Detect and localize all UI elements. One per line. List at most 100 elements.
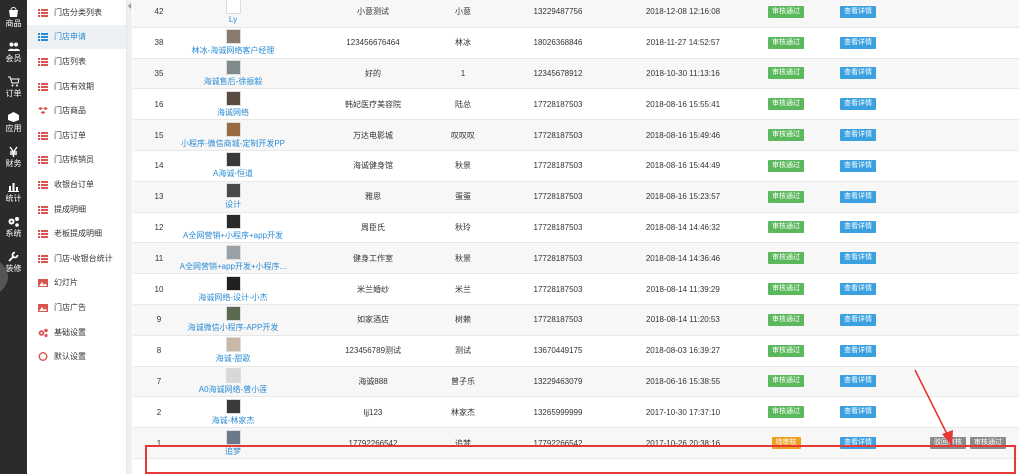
- bag-icon: [9, 7, 18, 17]
- contact-name: 林冰: [455, 38, 471, 48]
- store-name-link[interactable]: 海诚微信小程序-APP开发: [188, 322, 279, 333]
- status-badge: 审核通过: [768, 36, 804, 49]
- view-detail-button[interactable]: 查看详情: [840, 129, 876, 142]
- nav-item-3[interactable]: 应用: [0, 105, 27, 140]
- store-thumbnail: [225, 213, 241, 229]
- store-application-table: 42 Ly 小意测试 小意 13229487756 2018-12-08 12:16:08…: [133, 0, 1024, 474]
- store-name-link[interactable]: 海诚售后-徐振毅: [204, 76, 263, 87]
- sidebar-collapse-strip[interactable]: [127, 0, 132, 474]
- store-name-link[interactable]: 海诚网络-设计-小杰: [198, 292, 267, 303]
- status-cell: 审核通过: [766, 28, 806, 58]
- apply-time: 2018-08-16 15:23:57: [645, 192, 721, 202]
- rail-handle-icon[interactable]: [0, 262, 27, 292]
- nav-item-2[interactable]: 订单: [0, 70, 27, 105]
- contact-phone: 17728187503: [533, 222, 583, 232]
- list-icon: [38, 254, 48, 263]
- apply-time: 2018-08-03 16:39:27: [645, 346, 721, 356]
- table-row: 11 A全网营销+app开发+小程序... 健身工作室 秋景 17728187503 20…: [133, 243, 1019, 275]
- sidebar-item-label: 收银台订单: [54, 179, 94, 189]
- sidebar-item-1[interactable]: 门店申请: [27, 24, 126, 50]
- sidebar-item-5[interactable]: 门店订单: [27, 123, 126, 148]
- view-detail-button[interactable]: 查看详情: [840, 36, 876, 49]
- detail-cell: 查看详情: [838, 151, 878, 181]
- view-detail-button[interactable]: 查看详情: [840, 5, 876, 18]
- view-detail-button[interactable]: 查看详情: [840, 252, 876, 265]
- store-name-link[interactable]: A全网营销+app开发+小程序...: [180, 261, 287, 272]
- sidebar-item-9[interactable]: 老板提成明细: [27, 221, 126, 246]
- store-title: 如家酒店: [357, 315, 389, 325]
- gears-icon: [8, 217, 19, 227]
- apply-time: 2018-08-14 14:46:32: [645, 222, 721, 232]
- cart-icon: [8, 76, 20, 87]
- sidebar-item-8[interactable]: 提成明细: [27, 197, 126, 222]
- store-name-link[interactable]: Ly: [229, 15, 237, 24]
- view-detail-button[interactable]: 查看详情: [840, 190, 876, 203]
- image-icon: [38, 303, 48, 312]
- view-detail-button[interactable]: 查看详情: [840, 344, 876, 357]
- status-cell: 审核通过: [766, 305, 806, 335]
- contact-name: 曾子乐: [451, 376, 475, 386]
- view-detail-button[interactable]: 查看详情: [840, 437, 876, 450]
- view-detail-button[interactable]: 查看详情: [840, 159, 876, 172]
- store-name-link[interactable]: 林冰-海诚网络客户经理: [192, 45, 275, 56]
- view-detail-button[interactable]: 查看详情: [840, 98, 876, 111]
- sidebar-item-11[interactable]: 幻灯片: [27, 271, 126, 296]
- nav-item-4[interactable]: 财务: [0, 140, 27, 175]
- sidebar-item-label: 幻灯片: [54, 278, 78, 288]
- list-icon: [38, 205, 48, 214]
- view-detail-button[interactable]: 查看详情: [840, 375, 876, 388]
- users-icon: [8, 42, 20, 51]
- store-name-link[interactable]: 海诚网络: [217, 107, 249, 118]
- store-name-link[interactable]: 小程序-微信商城-定制开发PP: [181, 138, 285, 149]
- sidebar-item-6[interactable]: 门店核销员: [27, 148, 126, 173]
- store-name-link[interactable]: 海诚-林家杰: [212, 415, 255, 426]
- status-badge: 审核通过: [768, 406, 804, 419]
- view-detail-button[interactable]: 查看详情: [840, 313, 876, 326]
- status-cell: 审核通过: [766, 182, 806, 212]
- status-cell: 审核通过: [766, 59, 806, 89]
- detail-cell: 查看详情: [838, 182, 878, 212]
- store-name-link[interactable]: A全网营销+小程序+app开发: [183, 230, 283, 241]
- nav-item-label: 应用: [5, 124, 22, 133]
- nav-item-0[interactable]: 商品: [0, 0, 27, 35]
- sidebar-item-label: 门店申请: [54, 32, 86, 42]
- sidebar-item-10[interactable]: 门店-收银台统计: [27, 246, 126, 271]
- sidebar-item-12[interactable]: 门店广告: [27, 295, 126, 320]
- store-name-link[interactable]: A0海诚网络-曾小莲: [199, 384, 267, 395]
- contact-phone: 13229487756: [533, 7, 583, 17]
- sidebar-item-7[interactable]: 收银台订单: [27, 172, 126, 197]
- status-badge: 审核通过: [768, 5, 804, 18]
- sidebar-item-3[interactable]: 门店有效期: [27, 74, 126, 99]
- view-detail-button[interactable]: 查看详情: [840, 406, 876, 419]
- nav-item-5[interactable]: 统计: [0, 175, 27, 210]
- status-badge: 审核通过: [768, 129, 804, 142]
- sidebar-item-label: 门店核销员: [54, 155, 94, 165]
- circle-icon: [38, 352, 48, 362]
- store-title: 健身工作室: [353, 253, 393, 263]
- store-cell: Ly: [178, 0, 288, 27]
- view-detail-button[interactable]: 查看详情: [840, 67, 876, 80]
- store-name-link[interactable]: 追梦: [225, 446, 241, 457]
- store-title: 123456676464: [346, 38, 400, 48]
- apply-time: 2018-08-14 11:39:29: [646, 284, 720, 294]
- sidebar-item-13[interactable]: 基础设置: [27, 320, 126, 345]
- sidebar-item-2[interactable]: 门店列表: [27, 49, 126, 74]
- approve-button[interactable]: 审核通过: [970, 437, 1006, 450]
- store-name-link[interactable]: A海诚-恒道: [213, 168, 253, 179]
- sidebar-item-14[interactable]: 默认设置: [27, 344, 126, 369]
- sidebar-item-4[interactable]: 门店商品: [27, 98, 126, 123]
- table-row: 14 A海诚-恒道 海诚健身馆 秋景 17728187503 2018-08-16 15:…: [133, 151, 1019, 182]
- contact-phone: 18026368846: [533, 38, 583, 48]
- store-thumbnail: [225, 244, 241, 260]
- list-icon: [38, 131, 48, 140]
- nav-item-1[interactable]: 会员: [0, 35, 27, 70]
- nav-item-label: 会员: [5, 54, 22, 63]
- detail-cell: 查看详情: [838, 89, 878, 119]
- store-name-link[interactable]: 设计: [225, 199, 241, 210]
- store-name-link[interactable]: 海诚-甜歌: [216, 353, 251, 364]
- view-detail-button[interactable]: 查看详情: [840, 221, 876, 234]
- status-cell: 待审核: [766, 428, 806, 458]
- sidebar-item-0[interactable]: 门店分类列表: [27, 0, 126, 25]
- view-detail-button[interactable]: 查看详情: [840, 283, 876, 296]
- nav-item-6[interactable]: 系统: [0, 210, 27, 245]
